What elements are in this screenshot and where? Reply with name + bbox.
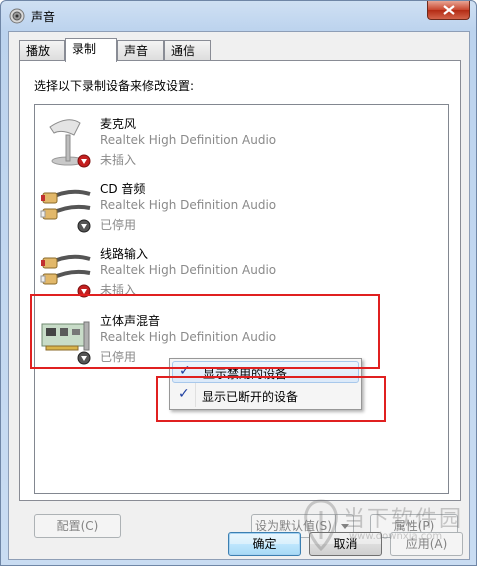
cancel-button[interactable]: 取消	[309, 532, 382, 556]
microphone-icon	[49, 119, 91, 168]
tab-communications[interactable]: 通信	[164, 40, 211, 61]
rca-jack-icon	[40, 189, 91, 233]
menu-item-show-disconnected-devices[interactable]: ✓ 显示已断开的设备	[172, 385, 359, 407]
device-item-line-in[interactable]: 线路输入 Realtek High Definition Audio 未插入	[35, 239, 448, 304]
dialog-client-area: 播放 录制 声音 通信 选择以下录制设备来修改设置: 麦克风 Realtek H…	[8, 31, 470, 560]
device-name: CD 音频	[100, 182, 146, 196]
device-status: 已停用	[100, 350, 137, 364]
instruction-text: 选择以下录制设备来修改设置:	[34, 79, 195, 93]
speaker-icon	[9, 8, 25, 24]
device-name: 麦克风	[100, 117, 137, 131]
sound-card-icon	[41, 321, 91, 365]
apply-button[interactable]: 应用(A)	[390, 532, 463, 556]
window-title: 声音	[31, 10, 56, 24]
tab-playback[interactable]: 播放	[19, 40, 65, 61]
device-status: 未插入	[100, 283, 137, 297]
device-status: 已停用	[100, 218, 137, 232]
sound-dialog-window: 声音 播放 录制 声音 通信 选择以下录制设备来修改设置: 麦克风 Realte…	[0, 0, 477, 566]
checkmark-icon: ✓	[179, 363, 191, 379]
set-default-label: 设为默认值(S)	[255, 519, 332, 533]
menu-item-label: 显示禁用的设备	[203, 367, 288, 381]
checkmark-icon: ✓	[178, 386, 190, 402]
menu-item-show-disabled-devices[interactable]: ✓ 显示禁用的设备	[172, 361, 359, 383]
device-name: 立体声混音	[100, 314, 161, 328]
device-item-cd-audio[interactable]: CD 音频 Realtek High Definition Audio 已停用	[35, 174, 448, 239]
menu-item-label: 显示已断开的设备	[202, 390, 299, 404]
ok-button[interactable]: 确定	[228, 532, 301, 556]
device-driver: Realtek High Definition Audio	[100, 198, 277, 212]
tab-sounds[interactable]: 声音	[117, 40, 164, 61]
close-button[interactable]	[427, 1, 470, 20]
device-driver: Realtek High Definition Audio	[100, 330, 277, 344]
rca-jack-icon	[40, 254, 91, 298]
device-status: 未插入	[100, 153, 137, 167]
device-driver: Realtek High Definition Audio	[100, 263, 277, 277]
title-bar[interactable]: 声音	[1, 1, 476, 31]
close-icon	[443, 5, 455, 15]
tab-recording[interactable]: 录制	[65, 38, 117, 62]
device-name: 线路输入	[100, 247, 149, 261]
configure-button[interactable]: 配置(C)	[34, 514, 121, 538]
recording-device-list[interactable]: 麦克风 Realtek High Definition Audio 未插入 CD…	[34, 104, 449, 494]
recording-panel: 选择以下录制设备来修改设置: 麦克风 Realtek High Definiti…	[19, 60, 461, 538]
context-menu: ✓ 显示禁用的设备 ✓ 显示已断开的设备	[169, 358, 362, 410]
device-driver: Realtek High Definition Audio	[100, 133, 277, 147]
device-item-microphone[interactable]: 麦克风 Realtek High Definition Audio 未插入	[35, 109, 448, 174]
